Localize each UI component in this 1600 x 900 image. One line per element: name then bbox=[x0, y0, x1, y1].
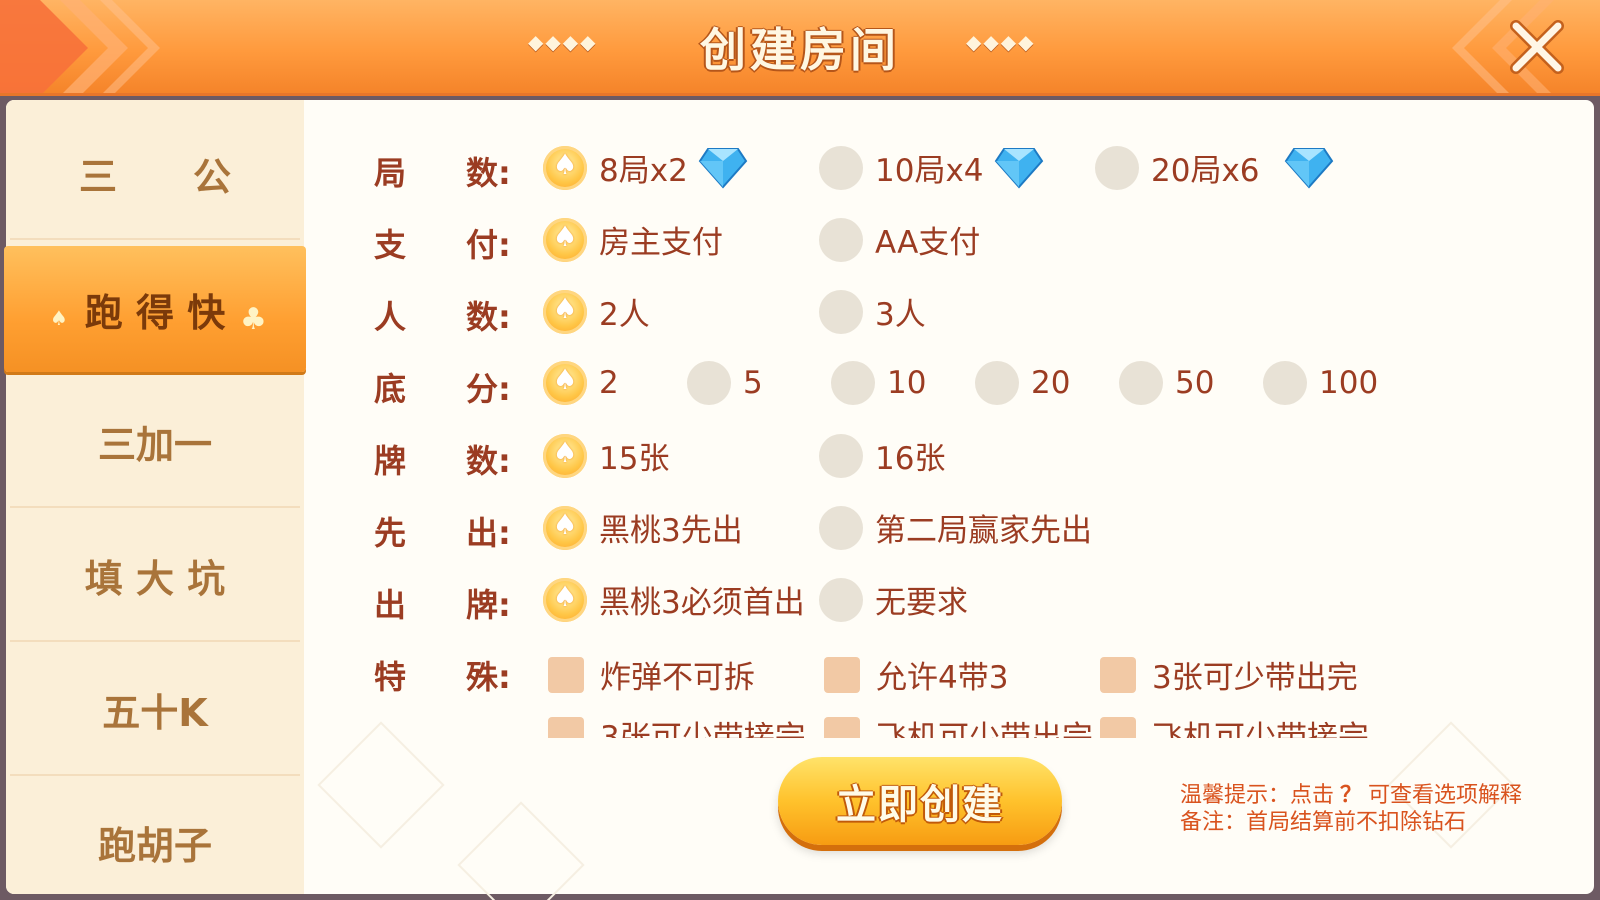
diamond-icon bbox=[698, 147, 748, 189]
sidebar-item-paohuzi[interactable]: 跑胡子 bbox=[10, 776, 300, 900]
radio-selected-icon bbox=[543, 505, 587, 550]
option-play-none[interactable]: 无要求 bbox=[819, 577, 968, 622]
radio-unselected-icon bbox=[975, 361, 1019, 405]
option-first-winner[interactable]: 第二局赢家先出 bbox=[819, 505, 1092, 550]
spade-icon: ♠ bbox=[50, 306, 68, 330]
tip-line-1: 温馨提示：点击？可查看选项解释 bbox=[1180, 783, 1523, 808]
option-score-10[interactable]: 10 bbox=[831, 361, 926, 405]
radio-unselected-icon bbox=[819, 433, 863, 478]
option-rounds-20[interactable]: 20局x6 bbox=[1095, 145, 1334, 190]
option-first-spade3[interactable]: 黑桃3先出 bbox=[543, 505, 743, 550]
radio-unselected-icon bbox=[819, 577, 863, 622]
radio-unselected-icon bbox=[819, 289, 863, 334]
sidebar-item-sanjiayi[interactable]: 三加一 bbox=[10, 376, 300, 508]
tip-line-2: 备注：首局结算前不扣除钻石 bbox=[1180, 810, 1467, 835]
sidebar-item-label: 三 公 bbox=[78, 154, 231, 199]
option-score-100[interactable]: 100 bbox=[1263, 361, 1378, 405]
header-bar: ◆◆◆◆ 创建房间 ◆◆◆◆ bbox=[0, 0, 1600, 96]
option-rounds-8[interactable]: 8局x2 bbox=[543, 145, 748, 190]
diamond-icon bbox=[1284, 147, 1333, 189]
checkbox-plane-less-follow[interactable]: 飞机可少带接完 bbox=[1100, 712, 1369, 738]
page-title: 创建房间 bbox=[700, 23, 900, 77]
checkbox-icon bbox=[824, 656, 860, 693]
sidebar-item-label: 跑 得 快 bbox=[84, 290, 226, 335]
radio-unselected-icon bbox=[819, 145, 863, 190]
sidebar-item-tiandakeng[interactable]: 填 大 坑 bbox=[10, 510, 300, 642]
sidebar-item-label: 跑胡子 bbox=[97, 823, 212, 868]
checkbox-icon bbox=[548, 716, 584, 738]
special-options-scroll-area[interactable]: 3张可少带接完 飞机可少带出完 飞机可少带接完 bbox=[540, 690, 1400, 738]
checkbox-plane-less-finish[interactable]: 飞机可少带出完 bbox=[824, 712, 1093, 738]
checkbox-icon bbox=[824, 716, 860, 738]
option-score-20[interactable]: 20 bbox=[975, 361, 1070, 405]
sidebar-item-label: 填 大 坑 bbox=[84, 556, 226, 601]
sidebar-item-sangong[interactable]: 三 公 bbox=[10, 108, 300, 240]
sidebar-item-paodekuai[interactable]: ♠ 跑 得 快 ♣ bbox=[4, 246, 306, 372]
club-icon: ♣ bbox=[240, 302, 267, 337]
radio-selected-icon bbox=[543, 577, 587, 622]
option-score-50[interactable]: 50 bbox=[1119, 361, 1214, 405]
checkbox-icon bbox=[548, 656, 584, 693]
option-score-5[interactable]: 5 bbox=[687, 361, 763, 405]
radio-unselected-icon bbox=[819, 217, 863, 262]
radio-unselected-icon bbox=[687, 361, 731, 405]
option-players-2[interactable]: 2人 bbox=[543, 289, 650, 334]
create-room-label: 立即创建 bbox=[836, 782, 1004, 828]
checkbox-icon bbox=[1100, 656, 1136, 693]
radio-unselected-icon bbox=[1095, 145, 1139, 190]
background-pattern bbox=[457, 801, 585, 900]
radio-selected-icon bbox=[543, 217, 587, 262]
radio-unselected-icon bbox=[1119, 361, 1163, 405]
title-decoration-right: ◆◆◆◆ bbox=[966, 30, 1036, 54]
checkbox-icon bbox=[1100, 716, 1136, 738]
radio-selected-icon bbox=[543, 361, 587, 405]
close-x-icon bbox=[1510, 20, 1564, 74]
diamond-icon bbox=[994, 147, 1043, 189]
sidebar-item-wushik[interactable]: 五十K bbox=[10, 644, 300, 776]
radio-selected-icon bbox=[543, 289, 587, 334]
sidebar-item-label: 三加一 bbox=[97, 422, 212, 467]
radio-unselected-icon bbox=[819, 505, 863, 550]
option-cards-15[interactable]: 15张 bbox=[543, 433, 669, 478]
option-payment-aa[interactable]: AA支付 bbox=[819, 217, 980, 262]
option-play-spade3-must[interactable]: 黑桃3必须首出 bbox=[543, 577, 805, 622]
sidebar-item-label: 五十K bbox=[102, 690, 208, 735]
option-rounds-10[interactable]: 10局x4 bbox=[819, 145, 1044, 190]
help-icon[interactable]: ？ bbox=[1340, 783, 1362, 808]
option-score-2[interactable]: 2 bbox=[543, 361, 619, 405]
checkbox-3-less-follow[interactable]: 3张可少带接完 bbox=[548, 712, 806, 738]
radio-selected-icon bbox=[543, 433, 587, 478]
radio-selected-icon bbox=[543, 145, 587, 190]
radio-unselected-icon bbox=[1263, 361, 1307, 405]
option-payment-owner[interactable]: 房主支付 bbox=[543, 217, 723, 262]
create-room-button[interactable]: 立即创建 bbox=[778, 757, 1062, 845]
close-button[interactable] bbox=[1502, 12, 1572, 82]
option-cards-16[interactable]: 16张 bbox=[819, 433, 945, 478]
option-players-3[interactable]: 3人 bbox=[819, 289, 926, 334]
background-pattern bbox=[317, 721, 445, 849]
tips-text: 温馨提示：点击？可查看选项解释 备注：首局结算前不扣除钻石 bbox=[1180, 782, 1522, 836]
radio-unselected-icon bbox=[831, 361, 875, 405]
